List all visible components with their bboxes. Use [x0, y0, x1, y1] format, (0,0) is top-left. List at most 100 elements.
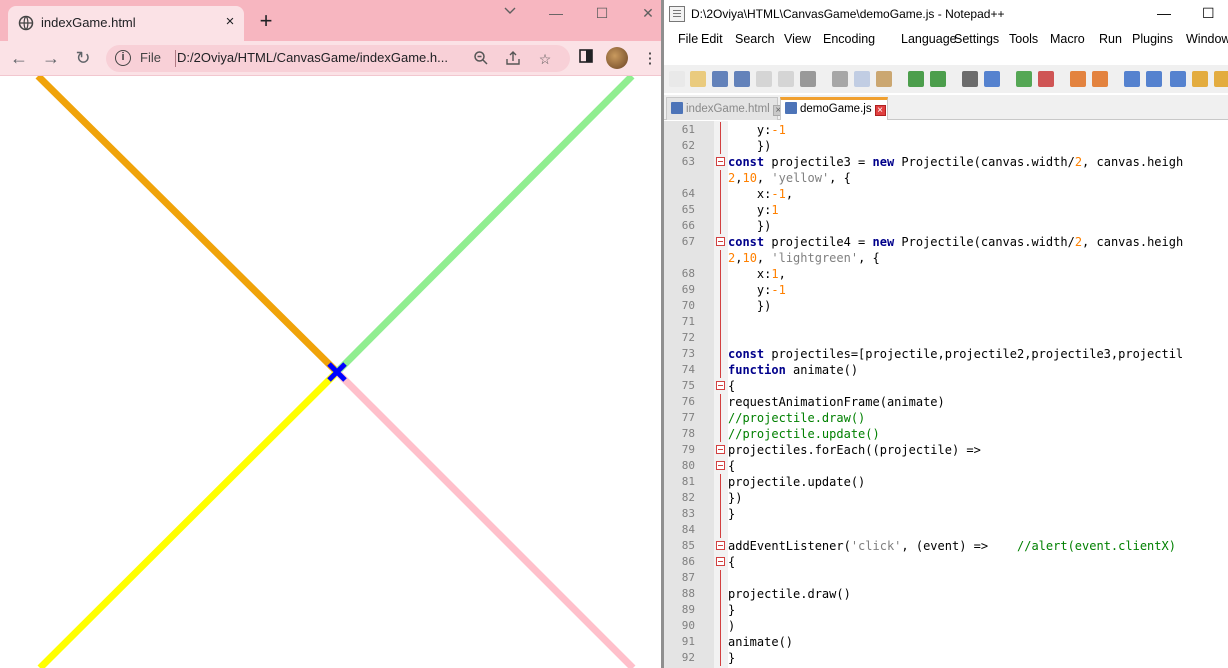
- editor-maximize-button[interactable]: ☐: [1202, 5, 1215, 22]
- minimize-button[interactable]: —: [546, 4, 566, 22]
- fold-toggle-icon[interactable]: [716, 381, 725, 390]
- address-bar[interactable]: i File D:/2Oviya/HTML/CanvasGame/indexGa…: [106, 45, 570, 72]
- show-all-chars-icon[interactable]: [1146, 71, 1162, 87]
- share-icon[interactable]: [504, 50, 522, 68]
- code-line[interactable]: 62 }): [664, 138, 1228, 154]
- side-panel-icon[interactable]: [576, 49, 596, 69]
- code-editor[interactable]: 61 y:-1 62 }) 63 const projectile3 = new Pr…: [664, 121, 1228, 668]
- menu-item-language[interactable]: Language: [901, 32, 957, 46]
- menu-item-view[interactable]: View: [784, 32, 811, 46]
- code-line[interactable]: 70 }): [664, 298, 1228, 314]
- maximize-button[interactable]: ☐: [592, 4, 612, 22]
- menu-item-encoding[interactable]: Encoding: [823, 32, 875, 46]
- save-icon[interactable]: [712, 71, 728, 87]
- page-canvas[interactable]: [0, 76, 661, 668]
- chevron-down-icon[interactable]: [500, 4, 520, 22]
- fold-toggle-icon[interactable]: [716, 541, 725, 550]
- code-line[interactable]: 67 const projectile4 = new Projectile(can…: [664, 234, 1228, 250]
- code-line[interactable]: 88 projectile.draw(): [664, 586, 1228, 602]
- menu-kebab-icon[interactable]: ⋮: [640, 49, 660, 69]
- menu-item-run[interactable]: Run: [1099, 32, 1122, 46]
- profile-avatar[interactable]: [606, 47, 628, 69]
- back-arrow-icon[interactable]: ←: [8, 48, 30, 68]
- editor-minimize-button[interactable]: —: [1157, 5, 1171, 21]
- zoom-out-icon[interactable]: [1038, 71, 1054, 87]
- menu-item-search[interactable]: Search: [735, 32, 775, 46]
- open-file-icon[interactable]: [690, 71, 706, 87]
- bookmark-star-icon[interactable]: ☆: [536, 50, 554, 68]
- menu-item-tools[interactable]: Tools: [1009, 32, 1038, 46]
- code-line[interactable]: 77 //projectile.draw(): [664, 410, 1228, 426]
- redo-icon[interactable]: [930, 71, 946, 87]
- function-list-icon[interactable]: [1214, 71, 1228, 87]
- fold-toggle-icon[interactable]: [716, 557, 725, 566]
- zoom-icon[interactable]: [472, 50, 490, 68]
- replace-icon[interactable]: [984, 71, 1000, 87]
- fold-toggle-icon[interactable]: [716, 445, 725, 454]
- close-icon[interactable]: [756, 71, 772, 87]
- save-all-icon[interactable]: [734, 71, 750, 87]
- sync-v-icon[interactable]: [1070, 71, 1086, 87]
- doc-map-icon[interactable]: [1192, 71, 1208, 87]
- sync-h-icon[interactable]: [1092, 71, 1108, 87]
- new-file-icon[interactable]: [669, 71, 685, 87]
- code-line[interactable]: 73 const projectiles=[projectile,projecti…: [664, 346, 1228, 362]
- fold-toggle-icon[interactable]: [716, 237, 725, 246]
- code-line[interactable]: 2,10, 'yellow', {: [664, 170, 1228, 186]
- undo-icon[interactable]: [908, 71, 924, 87]
- info-icon[interactable]: i: [115, 50, 131, 66]
- word-wrap-icon[interactable]: [1124, 71, 1140, 87]
- print-icon[interactable]: [800, 71, 816, 87]
- fold-toggle-icon[interactable]: [716, 157, 725, 166]
- find-icon[interactable]: [962, 71, 978, 87]
- close-window-button[interactable]: ✕: [638, 4, 658, 22]
- url-text[interactable]: D:/2Oviya/HTML/CanvasGame/indexGame.h...: [177, 50, 448, 65]
- code-line[interactable]: 68 x:1,: [664, 266, 1228, 282]
- menu-item-plugins[interactable]: Plugins: [1132, 32, 1173, 46]
- code-line[interactable]: 74 function animate(): [664, 362, 1228, 378]
- code-line[interactable]: 86 {: [664, 554, 1228, 570]
- tab-close-icon[interactable]: ×: [221, 13, 239, 31]
- copy-icon[interactable]: [854, 71, 870, 87]
- code-line[interactable]: 82}): [664, 490, 1228, 506]
- code-line[interactable]: 61 y:-1: [664, 122, 1228, 138]
- code-line[interactable]: 78 //projectile.update(): [664, 426, 1228, 442]
- code-line[interactable]: 76 requestAnimationFrame(animate): [664, 394, 1228, 410]
- indent-guide-icon[interactable]: [1170, 71, 1186, 87]
- code-line[interactable]: 69 y:-1: [664, 282, 1228, 298]
- code-line[interactable]: 87: [664, 570, 1228, 586]
- menu-item-window[interactable]: Window: [1186, 32, 1228, 46]
- editor-tab-demogame[interactable]: demoGame.js ×: [780, 97, 888, 120]
- code-line[interactable]: 65 y:1: [664, 202, 1228, 218]
- code-line[interactable]: 83}: [664, 506, 1228, 522]
- code-line[interactable]: 80 {: [664, 458, 1228, 474]
- code-line[interactable]: 84: [664, 522, 1228, 538]
- code-line[interactable]: 79 projectiles.forEach((projectile) =>: [664, 442, 1228, 458]
- code-line[interactable]: 66 }): [664, 218, 1228, 234]
- cut-icon[interactable]: [832, 71, 848, 87]
- menu-item-file[interactable]: File: [678, 32, 698, 46]
- code-line[interactable]: 89}: [664, 602, 1228, 618]
- forward-arrow-icon[interactable]: →: [40, 48, 62, 68]
- menu-item-edit[interactable]: Edit: [701, 32, 723, 46]
- code-line[interactable]: 92}: [664, 650, 1228, 666]
- code-line[interactable]: 91 animate(): [664, 634, 1228, 650]
- code-line[interactable]: 81 projectile.update(): [664, 474, 1228, 490]
- menu-item-settings[interactable]: Settings: [954, 32, 999, 46]
- reload-icon[interactable]: ↻: [72, 48, 94, 68]
- close-all-icon[interactable]: [778, 71, 794, 87]
- code-line[interactable]: 75 {: [664, 378, 1228, 394]
- editor-tab-indexgame[interactable]: indexGame.html ×: [666, 97, 784, 120]
- menu-item-macro[interactable]: Macro: [1050, 32, 1085, 46]
- tab-close-icon[interactable]: ×: [874, 105, 886, 116]
- code-line[interactable]: 63 const projectile3 = new Projectile(can…: [664, 154, 1228, 170]
- code-line[interactable]: 64 x:-1,: [664, 186, 1228, 202]
- code-line[interactable]: 90): [664, 618, 1228, 634]
- zoom-in-icon[interactable]: [1016, 71, 1032, 87]
- code-line[interactable]: 85 addEventListener('click', (event) => /…: [664, 538, 1228, 554]
- code-line[interactable]: 72: [664, 330, 1228, 346]
- new-tab-button[interactable]: +: [256, 10, 276, 32]
- browser-tab[interactable]: indexGame.html ×: [8, 6, 244, 41]
- code-line[interactable]: 2,10, 'lightgreen', {: [664, 250, 1228, 266]
- code-line[interactable]: 71: [664, 314, 1228, 330]
